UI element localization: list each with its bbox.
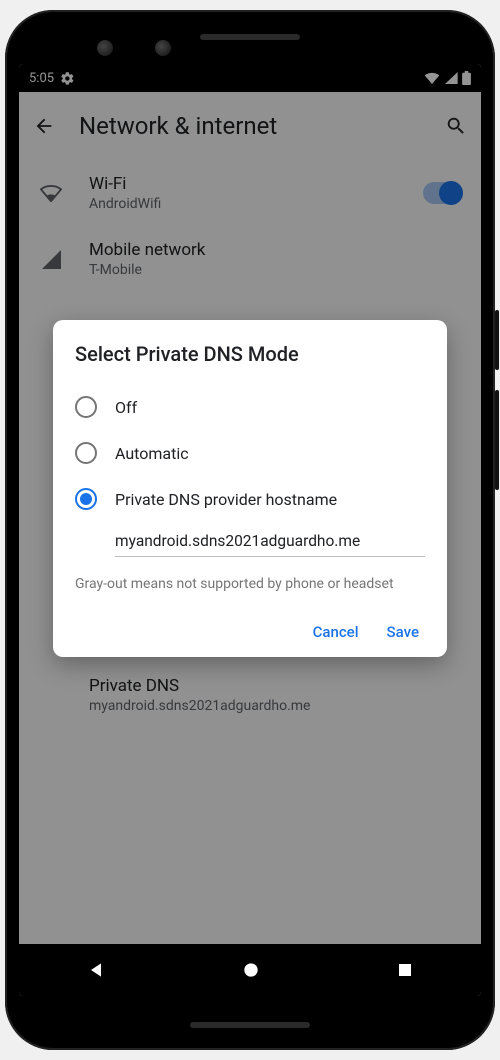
screen: 5:05 Network & internet Wi-Fi AndroidWif… (19, 64, 481, 996)
nav-home-icon[interactable] (241, 960, 261, 980)
radio-option-off[interactable]: Off (75, 384, 425, 430)
radio-option-hostname[interactable]: Private DNS provider hostname (75, 476, 425, 522)
radio-label-off: Off (115, 398, 137, 417)
radio-label-hostname: Private DNS provider hostname (115, 490, 337, 509)
save-button[interactable]: Save (387, 623, 419, 641)
system-nav-bar (19, 944, 481, 996)
nav-back-icon[interactable] (86, 960, 106, 980)
cancel-button[interactable]: Cancel (313, 623, 359, 641)
private-dns-dialog: Select Private DNS Mode Off Automatic Pr… (53, 320, 447, 657)
radio-icon (75, 396, 97, 418)
volume-button (495, 310, 499, 370)
phone-speaker-bottom (190, 1022, 310, 1028)
radio-icon (75, 442, 97, 464)
phone-camera (97, 40, 113, 56)
phone-frame: 5:05 Network & internet Wi-Fi AndroidWif… (5, 10, 495, 1050)
dialog-title: Select Private DNS Mode (75, 342, 425, 366)
dialog-actions: Cancel Save (75, 617, 425, 645)
phone-speaker (200, 34, 300, 40)
radio-icon (75, 488, 97, 510)
nav-recent-icon[interactable] (396, 961, 414, 979)
phone-camera (155, 40, 171, 56)
hostname-input[interactable] (115, 526, 425, 557)
power-button (495, 390, 499, 490)
dialog-hint: Gray-out means not supported by phone or… (75, 575, 425, 595)
radio-option-automatic[interactable]: Automatic (75, 430, 425, 476)
radio-label-auto: Automatic (115, 444, 189, 463)
